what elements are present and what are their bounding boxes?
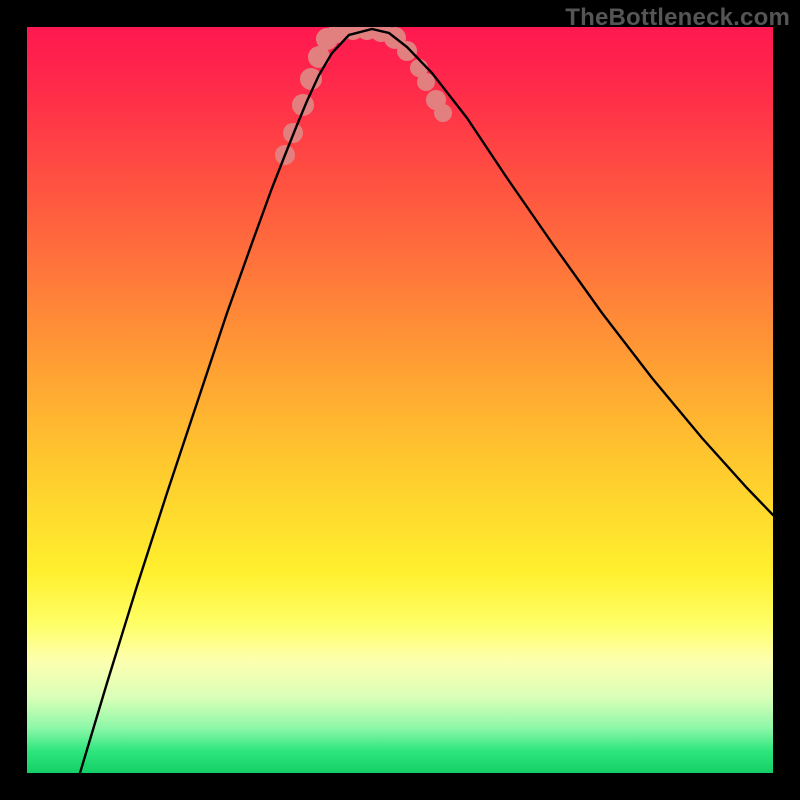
marker-dot [397, 41, 417, 61]
curve-line [80, 29, 773, 773]
marker-group [275, 27, 452, 165]
marker-dot [434, 104, 452, 122]
chart-frame: TheBottleneck.com [0, 0, 800, 800]
marker-dot [417, 73, 435, 91]
credit-label: TheBottleneck.com [565, 4, 790, 32]
marker-dot [300, 68, 322, 90]
plot-area [27, 27, 773, 773]
chart-svg [27, 27, 773, 773]
